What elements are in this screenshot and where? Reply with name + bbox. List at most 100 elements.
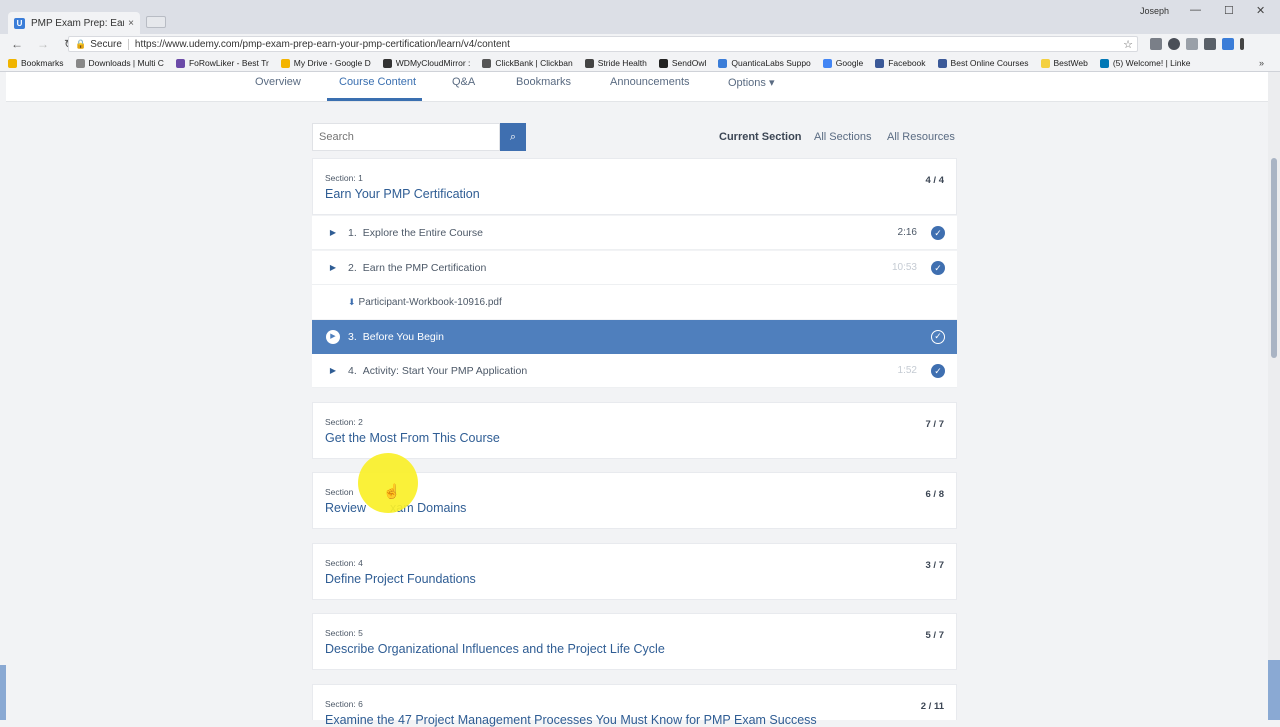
section-card[interactable]: Section: 1 Earn Your PMP Certification 4…	[312, 158, 957, 215]
bookmark-item[interactable]: Bookmarks	[8, 58, 64, 68]
section-progress: 3 / 7	[925, 560, 945, 571]
minimize-icon[interactable]: —	[1190, 4, 1201, 16]
completed-check-icon[interactable]: ✓	[931, 330, 945, 344]
extension-icon[interactable]	[1186, 38, 1198, 50]
bookmark-item[interactable]: Downloads | Multi C	[75, 58, 164, 68]
filter-current-section[interactable]: Current Section	[719, 131, 802, 143]
filter-all-sections[interactable]: All Sections	[814, 131, 871, 143]
tab-overview[interactable]: Overview	[255, 76, 301, 88]
section-card[interactable]: Section: 6 Examine the 47 Project Manage…	[312, 684, 957, 727]
browser-tab[interactable]: U PMP Exam Prep: Earn Yo ×	[8, 12, 140, 34]
bookmark-item[interactable]: ClickBank | Clickban	[482, 58, 573, 68]
bookmark-label: (5) Welcome! | Linke	[1112, 58, 1191, 68]
lecture-item-active[interactable]: ▶ 3. Before You Begin ✓	[312, 320, 957, 354]
close-tab-icon[interactable]: ×	[128, 18, 134, 29]
extension-icon[interactable]	[1168, 38, 1180, 50]
secure-label: Secure	[90, 38, 129, 50]
close-window-icon[interactable]: ✕	[1256, 4, 1265, 17]
bookmark-item[interactable]: SendOwl	[658, 58, 707, 68]
search-button[interactable]: ⌕	[500, 123, 526, 151]
bookmark-item[interactable]: (5) Welcome! | Linke	[1099, 58, 1191, 68]
play-icon: ▶	[329, 366, 337, 375]
extension-icon[interactable]	[1204, 38, 1216, 50]
tab-title: PMP Exam Prep: Earn Yo	[31, 17, 124, 29]
lecture-item[interactable]: ▶ 2. Earn the PMP Certification 10:53 ✓	[312, 251, 957, 285]
bookmark-label: FoRowLiker - Best Tr	[188, 58, 269, 68]
section-progress: 6 / 8	[925, 489, 945, 500]
page-scrollbar[interactable]	[1268, 72, 1280, 720]
tab-course-content[interactable]: Course Content	[339, 76, 416, 88]
tab-bookmarks[interactable]: Bookmarks	[516, 76, 571, 88]
lecture-number: 4.	[348, 364, 357, 377]
section-title: Define Project Foundations	[325, 572, 476, 586]
section-label: Section: 2	[325, 417, 363, 427]
resource-label: Participant-Workbook-10916.pdf	[358, 296, 502, 308]
active-tab-underline	[327, 98, 422, 101]
completed-check-icon[interactable]: ✓	[931, 225, 945, 240]
search-input[interactable]	[312, 123, 500, 151]
section-title-part: Review	[325, 501, 366, 515]
new-tab-button[interactable]	[146, 16, 166, 28]
bookmark-icon	[875, 58, 885, 68]
filter-all-resources[interactable]: All Resources	[887, 131, 955, 143]
url-text[interactable]: https://www.udemy.com/pmp-exam-prep-earn…	[135, 39, 510, 50]
hand-cursor-icon: ☝	[383, 483, 401, 499]
completed-check-icon[interactable]: ✓	[931, 260, 945, 275]
menu-icon[interactable]	[1240, 38, 1244, 50]
bookmark-icon	[937, 58, 947, 68]
bookmark-label: SendOwl	[671, 58, 707, 68]
bookmark-star-icon[interactable]: ☆	[1123, 38, 1133, 51]
section-label: Section: 4	[325, 558, 363, 568]
bookmark-item[interactable]: QuanticaLabs Suppo	[718, 58, 811, 68]
lecture-item[interactable]: ▶ 1. Explore the Entire Course 2:16 ✓	[312, 216, 957, 250]
back-icon[interactable]: ←	[8, 37, 26, 51]
maximize-icon[interactable]: ☐	[1224, 4, 1234, 17]
bookmark-item[interactable]: WDMyCloudMirror :	[382, 58, 471, 68]
bookmark-label: BestWeb	[1053, 58, 1088, 68]
tab-options[interactable]: Options ▾	[728, 76, 775, 89]
section-card[interactable]: Section: 4 Define Project Foundations 3 …	[312, 543, 957, 600]
bookmark-item[interactable]: Stride Health	[584, 58, 647, 68]
completed-check-icon[interactable]: ✓	[931, 363, 945, 378]
lecture-duration: 1:52	[897, 365, 917, 376]
browser-titlebar: U PMP Exam Prep: Earn Yo × Joseph — ☐ ✕	[0, 0, 1280, 34]
section-progress: 4 / 4	[925, 175, 945, 186]
tab-qa[interactable]: Q&A	[452, 76, 475, 88]
lecture-title: Earn the PMP Certification	[362, 261, 487, 274]
bookmark-item[interactable]: BestWeb	[1040, 58, 1088, 68]
play-circle-icon: ▶	[326, 330, 340, 344]
scrollbar-thumb[interactable]	[1271, 158, 1277, 358]
resource-link[interactable]: ⬇ Participant-Workbook-10916.pdf	[312, 285, 957, 319]
bookmark-item[interactable]: FoRowLiker - Best Tr	[175, 58, 269, 68]
lock-icon: 🔒	[75, 38, 87, 49]
profile-name[interactable]: Joseph	[1140, 6, 1169, 16]
extension-icon[interactable]	[1222, 38, 1234, 50]
section-card[interactable]: Section: 5 Describe Organizational Influ…	[312, 613, 957, 670]
extension-icon[interactable]	[1150, 38, 1162, 50]
bookmark-label: My Drive - Google D	[293, 58, 371, 68]
lecture-item[interactable]: ▶ 4. Activity: Start Your PMP Applicatio…	[312, 354, 957, 388]
course-subnav: Overview Course Content Q&A Bookmarks An…	[6, 72, 1268, 102]
url-bar[interactable]: 🔒 Secure https://www.udemy.com/pmp-exam-…	[68, 36, 1138, 52]
bookmark-item[interactable]: Google	[822, 58, 863, 68]
bookmarks-bar: Bookmarks Downloads | Multi C FoRowLiker -…	[0, 55, 1280, 72]
bookmark-item[interactable]: Facebook	[875, 58, 926, 68]
section-progress: 2 / 11	[920, 701, 944, 712]
bookmark-label: WDMyCloudMirror :	[395, 58, 471, 68]
bookmark-icon	[482, 58, 492, 68]
section-card[interactable]: Section: 2 Get the Most From This Course…	[312, 402, 957, 459]
bookmark-icon	[658, 58, 668, 68]
tab-announcements[interactable]: Announcements	[610, 76, 690, 88]
section-progress: 7 / 7	[925, 419, 945, 430]
bookmark-item[interactable]: Best Online Courses	[937, 58, 1029, 68]
bookmarks-more-icon[interactable]: »	[1259, 58, 1264, 68]
bookmark-icon	[175, 58, 185, 68]
bookmark-item[interactable]: My Drive - Google D	[280, 58, 371, 68]
bookmark-icon	[8, 58, 17, 68]
section-label: Section: 6	[325, 699, 363, 709]
right-edge-decoration	[1268, 660, 1280, 720]
bookmark-label: Stride Health	[597, 58, 647, 68]
lecture-title: Activity: Start Your PMP Application	[362, 364, 528, 377]
forward-icon[interactable]: →	[34, 37, 52, 51]
section-title: Describe Organizational Influences and t…	[325, 642, 665, 656]
